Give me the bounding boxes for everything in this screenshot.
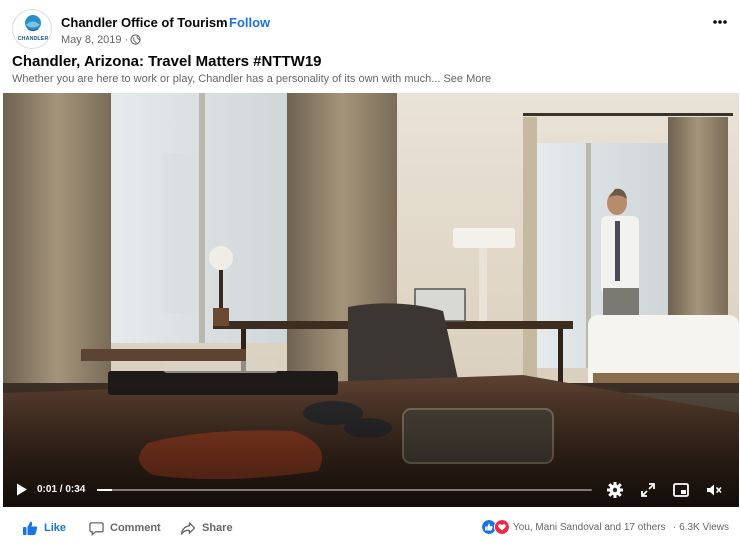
- facebook-video-post: CHANDLER Chandler Office of Tourism · Fo…: [0, 0, 740, 546]
- post-description: Whether you are here to work or play, Ch…: [12, 73, 491, 85]
- views-text: 6.3K Views: [679, 522, 729, 533]
- like-icon: [23, 521, 38, 535]
- separator-dot: ·: [221, 16, 225, 30]
- love-reaction-icon: [494, 519, 510, 535]
- more-options-icon[interactable]: [708, 10, 732, 34]
- reaction-count-text[interactable]: You, Mani Sandoval and 17 others: [513, 522, 666, 533]
- settings-icon[interactable]: [606, 481, 624, 499]
- comment-button[interactable]: Comment: [89, 519, 161, 537]
- video-frame-hotel-room: [3, 93, 739, 507]
- description-text: Whether you are here to work or play, Ch…: [12, 73, 441, 85]
- share-label: Share: [202, 522, 233, 534]
- post-actions-bar: Like Comment Share You, Mani Sandoval an…: [0, 510, 740, 546]
- views-count: · 6.3K Views: [673, 522, 729, 533]
- fullscreen-icon[interactable]: [639, 481, 657, 499]
- follow-button[interactable]: Follow: [229, 15, 270, 30]
- see-more-link[interactable]: See More: [443, 73, 491, 85]
- video-controls: 0:01 / 0:34: [0, 478, 740, 502]
- like-button[interactable]: Like: [22, 519, 66, 537]
- video-player[interactable]: [3, 93, 739, 507]
- share-button[interactable]: Share: [180, 519, 233, 537]
- page-name-link[interactable]: Chandler Office of Tourism: [61, 15, 228, 30]
- comment-label: Comment: [110, 522, 161, 534]
- video-progress-bar[interactable]: [97, 489, 592, 491]
- video-progress-fill: [97, 489, 112, 491]
- page-avatar[interactable]: CHANDLER: [12, 9, 52, 49]
- play-icon[interactable]: [16, 483, 28, 496]
- reactions-summary[interactable]: You, Mani Sandoval and 17 others: [481, 519, 666, 535]
- like-label: Like: [44, 522, 67, 534]
- post-title: Chandler, Arizona: Travel Matters #NTTW1…: [12, 53, 322, 70]
- comment-icon: [89, 521, 104, 536]
- globe-icon: [130, 34, 141, 45]
- picture-in-picture-icon[interactable]: [672, 481, 690, 499]
- video-time: 0:01 / 0:34: [37, 484, 86, 495]
- mute-icon[interactable]: [705, 481, 723, 499]
- post-date[interactable]: May 8, 2019 ·: [61, 34, 128, 46]
- views-separator: ·: [673, 522, 677, 533]
- chandler-logo: CHANDLER: [18, 15, 49, 42]
- share-icon: [180, 521, 196, 535]
- logo-text: CHANDLER: [18, 36, 49, 42]
